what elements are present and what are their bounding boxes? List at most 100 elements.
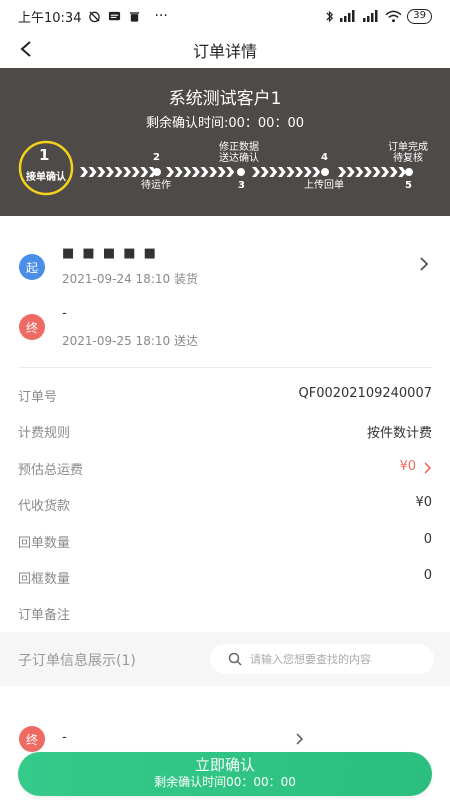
trash-icon	[130, 11, 140, 22]
step-1-label: 接单确认	[26, 172, 66, 183]
signal-icon	[340, 10, 355, 22]
search-icon	[228, 652, 242, 666]
suborder-header: 子订单信息展示(1)	[0, 632, 450, 686]
crate-count-value: 0	[423, 567, 432, 583]
info-row-crate-count: 回框数量 0	[0, 558, 450, 594]
end-badge: 终	[19, 314, 45, 340]
progress-chevron-mark	[381, 167, 389, 177]
progress-chevron-mark	[191, 167, 200, 177]
customer-name: 系统测试客户1	[168, 89, 282, 109]
progress-chevron-mark	[252, 167, 260, 177]
progress-chevron-mark	[389, 167, 398, 177]
start-badge: 起	[19, 254, 45, 280]
end-time: 2021-09-25 18:10 送达	[62, 334, 198, 348]
nav-bar: 订单详情	[0, 32, 450, 68]
status-time: 上午10:34	[18, 10, 82, 26]
progress-chevron-mark	[372, 167, 381, 177]
divider	[18, 367, 432, 368]
message-icon	[109, 11, 121, 20]
info-row-receipt-count: 回单数量 0	[0, 522, 450, 558]
suborder-search-input[interactable]	[250, 652, 430, 666]
confirm-button-label: 立即确认	[194, 756, 255, 774]
progress-chevron-mark	[355, 167, 364, 177]
start-time: 2021-09-24 18:10 装货	[62, 272, 198, 286]
progress-chevron-mark	[174, 167, 183, 177]
back-button[interactable]	[14, 37, 38, 61]
step-2-number: 2	[153, 152, 160, 163]
progress-chevron-mark	[88, 167, 97, 177]
progress-chevron-mark	[97, 167, 106, 177]
back-arrow-icon	[20, 41, 31, 57]
billing-rule-value: 按件数计费	[366, 426, 432, 442]
crate-count-label: 回框数量	[18, 571, 71, 587]
progress-chevron-mark	[226, 167, 235, 177]
progress-chevron-mark	[295, 167, 303, 177]
more-icon: ···	[154, 8, 168, 24]
step-1-number: 1	[39, 146, 50, 164]
cod-value: ¥0	[415, 495, 432, 511]
progress-chevron-mark	[123, 167, 131, 177]
info-row-billing-rule: 计费规则 按件数计费	[0, 412, 450, 448]
estimated-freight-value: ¥0	[399, 458, 416, 474]
suborder-search[interactable]	[210, 644, 434, 674]
order-number-value: QF00202109240007	[298, 386, 432, 401]
step-5-label-line2: 待复核	[393, 153, 423, 164]
order-remark-label: 订单备注	[18, 608, 71, 624]
progress-chevron-mark	[80, 167, 88, 177]
route-card[interactable]: 起 ■ ■ ■ ■ ■ 2021-09-24 18:10 装货 终 - 2021…	[0, 240, 450, 356]
bluetooth-icon	[326, 10, 334, 22]
progress-chevron-mark	[312, 167, 321, 177]
confirm-button-countdown: 剩余确认时间00：00：00	[154, 775, 296, 789]
progress-chevron-mark	[200, 167, 209, 177]
step-3-label-line1: 修正数据	[219, 142, 259, 153]
wifi-icon	[385, 10, 402, 22]
cod-label: 代收货款	[18, 499, 71, 515]
progress-chevron-mark	[217, 167, 226, 177]
step-5-label-line1: 订单完成	[388, 142, 428, 153]
info-row-estimated-freight[interactable]: 预估总运费 ¥0	[0, 449, 450, 485]
suborder-chevron-right-icon[interactable]	[294, 732, 306, 746]
progress-chevron-mark	[166, 167, 174, 177]
suborder-end-badge: 终	[19, 726, 45, 752]
receipt-count-value: 0	[423, 531, 432, 547]
progress-chevron-mark	[277, 167, 286, 177]
step-4-label: 上传回单	[304, 180, 344, 191]
progress-chevron-mark	[269, 167, 278, 177]
estimated-freight-label: 预估总运费	[18, 462, 84, 478]
progress-chevron-mark	[183, 167, 192, 177]
suborder-list-item[interactable]: 终 -	[0, 724, 450, 754]
progress-chevron-mark	[114, 167, 123, 177]
progress-chevron-mark	[363, 167, 372, 177]
progress-chevron-mark	[105, 167, 114, 177]
progress-chevron-mark	[303, 167, 312, 177]
suborder-item-text: -	[62, 730, 67, 745]
progress-chevron-mark	[286, 167, 295, 177]
billing-rule-label: 计费规则	[18, 426, 71, 442]
page-title: 订单详情	[192, 42, 257, 61]
step-2-label: 待运作	[141, 180, 171, 191]
info-row-order-remark: 订单备注	[0, 594, 450, 630]
step-5-number: 5	[405, 180, 412, 191]
order-number-label: 订单号	[18, 390, 58, 405]
progress-chevron-mark	[140, 167, 149, 177]
signal-icon-2	[363, 10, 378, 22]
freight-chevron-right-icon[interactable]	[422, 462, 434, 474]
start-address: ■ ■ ■ ■ ■	[62, 246, 158, 261]
step-3-number: 3	[238, 180, 245, 191]
progress-chevron-mark	[338, 167, 346, 177]
order-progress-panel: 系统测试客户1 剩余确认时间:00：00：00 1 接单确认 2 待运作 修正数…	[0, 68, 450, 216]
alarm-off-icon	[89, 10, 101, 22]
confirm-now-button[interactable]: 立即确认 剩余确认时间00：00：00	[18, 752, 432, 796]
info-row-order-number: 订单号 QF00202109240007	[0, 376, 450, 412]
progress-chevron-mark	[346, 167, 355, 177]
route-chevron-right-icon[interactable]	[416, 256, 432, 272]
receipt-count-label: 回单数量	[18, 535, 71, 551]
step-3-label-line2: 送达确认	[219, 153, 259, 164]
progress-chevron-mark	[131, 167, 140, 177]
progress-chevron-mark	[209, 167, 217, 177]
order-info-list: 订单号 QF00202109240007 计费规则 按件数计费 预估总运费 ¥0…	[0, 376, 450, 631]
info-row-cod: 代收货款 ¥0	[0, 485, 450, 521]
progress-chevron-mark	[260, 167, 269, 177]
suborder-title: 子订单信息展示(1)	[18, 653, 136, 669]
status-bar: 上午10:34 ··· 39	[0, 0, 450, 32]
